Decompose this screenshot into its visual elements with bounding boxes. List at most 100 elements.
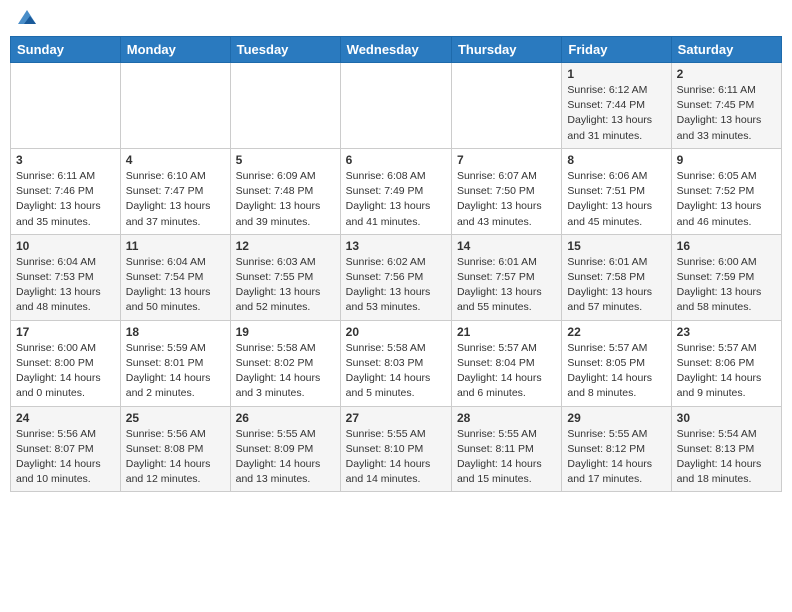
day-info: Sunrise: 5:57 AM Sunset: 8:06 PM Dayligh…	[677, 341, 776, 402]
calendar-cell: 26 Sunrise: 5:55 AM Sunset: 8:09 PM Dayli…	[230, 406, 340, 492]
day-info: Sunrise: 5:59 AM Sunset: 8:01 PM Dayligh…	[126, 341, 225, 402]
day-number: 15	[567, 239, 665, 253]
day-info: Sunrise: 5:56 AM Sunset: 8:07 PM Dayligh…	[16, 427, 115, 488]
day-number: 5	[236, 153, 335, 167]
calendar-cell: 23 Sunrise: 5:57 AM Sunset: 8:06 PM Dayli…	[671, 320, 781, 406]
calendar-week-row: 24 Sunrise: 5:56 AM Sunset: 8:07 PM Dayli…	[11, 406, 782, 492]
day-number: 24	[16, 411, 115, 425]
day-number: 8	[567, 153, 665, 167]
col-saturday: Saturday	[671, 37, 781, 63]
day-number: 2	[677, 67, 776, 81]
day-info: Sunrise: 5:55 AM Sunset: 8:11 PM Dayligh…	[457, 427, 556, 488]
calendar-cell: 2 Sunrise: 6:11 AM Sunset: 7:45 PM Daylig…	[671, 63, 781, 149]
day-number: 3	[16, 153, 115, 167]
day-number: 29	[567, 411, 665, 425]
day-number: 12	[236, 239, 335, 253]
day-info: Sunrise: 6:11 AM Sunset: 7:46 PM Dayligh…	[16, 169, 115, 230]
calendar-cell	[11, 63, 121, 149]
calendar-cell: 22 Sunrise: 5:57 AM Sunset: 8:05 PM Dayli…	[562, 320, 671, 406]
col-friday: Friday	[562, 37, 671, 63]
day-number: 19	[236, 325, 335, 339]
day-info: Sunrise: 5:56 AM Sunset: 8:08 PM Dayligh…	[126, 427, 225, 488]
calendar-cell: 10 Sunrise: 6:04 AM Sunset: 7:53 PM Dayli…	[11, 234, 121, 320]
calendar-cell: 21 Sunrise: 5:57 AM Sunset: 8:04 PM Dayli…	[451, 320, 561, 406]
day-number: 27	[346, 411, 446, 425]
day-number: 4	[126, 153, 225, 167]
day-info: Sunrise: 6:11 AM Sunset: 7:45 PM Dayligh…	[677, 83, 776, 144]
day-info: Sunrise: 5:58 AM Sunset: 8:02 PM Dayligh…	[236, 341, 335, 402]
calendar-cell	[120, 63, 230, 149]
day-info: Sunrise: 6:10 AM Sunset: 7:47 PM Dayligh…	[126, 169, 225, 230]
calendar-cell: 24 Sunrise: 5:56 AM Sunset: 8:07 PM Dayli…	[11, 406, 121, 492]
day-info: Sunrise: 6:00 AM Sunset: 7:59 PM Dayligh…	[677, 255, 776, 316]
day-number: 11	[126, 239, 225, 253]
calendar-cell	[340, 63, 451, 149]
day-number: 9	[677, 153, 776, 167]
calendar-cell	[451, 63, 561, 149]
day-info: Sunrise: 6:09 AM Sunset: 7:48 PM Dayligh…	[236, 169, 335, 230]
calendar-cell: 12 Sunrise: 6:03 AM Sunset: 7:55 PM Dayli…	[230, 234, 340, 320]
day-number: 26	[236, 411, 335, 425]
day-info: Sunrise: 5:57 AM Sunset: 8:05 PM Dayligh…	[567, 341, 665, 402]
calendar-cell: 5 Sunrise: 6:09 AM Sunset: 7:48 PM Daylig…	[230, 148, 340, 234]
day-info: Sunrise: 6:12 AM Sunset: 7:44 PM Dayligh…	[567, 83, 665, 144]
day-info: Sunrise: 6:02 AM Sunset: 7:56 PM Dayligh…	[346, 255, 446, 316]
calendar-cell: 19 Sunrise: 5:58 AM Sunset: 8:02 PM Dayli…	[230, 320, 340, 406]
calendar-cell: 3 Sunrise: 6:11 AM Sunset: 7:46 PM Daylig…	[11, 148, 121, 234]
day-number: 10	[16, 239, 115, 253]
day-info: Sunrise: 5:57 AM Sunset: 8:04 PM Dayligh…	[457, 341, 556, 402]
day-info: Sunrise: 6:05 AM Sunset: 7:52 PM Dayligh…	[677, 169, 776, 230]
day-info: Sunrise: 5:55 AM Sunset: 8:09 PM Dayligh…	[236, 427, 335, 488]
day-number: 22	[567, 325, 665, 339]
day-info: Sunrise: 6:04 AM Sunset: 7:53 PM Dayligh…	[16, 255, 115, 316]
calendar-cell	[230, 63, 340, 149]
calendar-week-row: 10 Sunrise: 6:04 AM Sunset: 7:53 PM Dayli…	[11, 234, 782, 320]
calendar-cell: 4 Sunrise: 6:10 AM Sunset: 7:47 PM Daylig…	[120, 148, 230, 234]
day-info: Sunrise: 5:55 AM Sunset: 8:12 PM Dayligh…	[567, 427, 665, 488]
calendar-cell: 6Sunrise: 6:08 AM Sunset: 7:49 PM Daylig…	[340, 148, 451, 234]
calendar-cell: 15 Sunrise: 6:01 AM Sunset: 7:58 PM Dayli…	[562, 234, 671, 320]
day-info: Sunrise: 6:01 AM Sunset: 7:58 PM Dayligh…	[567, 255, 665, 316]
calendar-cell: 1 Sunrise: 6:12 AM Sunset: 7:44 PM Daylig…	[562, 63, 671, 149]
day-number: 14	[457, 239, 556, 253]
col-sunday: Sunday	[11, 37, 121, 63]
day-number: 30	[677, 411, 776, 425]
day-number: 1	[567, 67, 665, 81]
day-info: Sunrise: 5:55 AM Sunset: 8:10 PM Dayligh…	[346, 427, 446, 488]
day-number: 20	[346, 325, 446, 339]
calendar-cell: 14 Sunrise: 6:01 AM Sunset: 7:57 PM Dayli…	[451, 234, 561, 320]
calendar-cell: 9 Sunrise: 6:05 AM Sunset: 7:52 PM Daylig…	[671, 148, 781, 234]
day-number: 18	[126, 325, 225, 339]
day-info: Sunrise: 6:03 AM Sunset: 7:55 PM Dayligh…	[236, 255, 335, 316]
calendar-table: Sunday Monday Tuesday Wednesday Thursday…	[10, 36, 782, 492]
calendar-cell: 28 Sunrise: 5:55 AM Sunset: 8:11 PM Dayli…	[451, 406, 561, 492]
calendar-cell: 17Sunrise: 6:00 AM Sunset: 8:00 PM Dayli…	[11, 320, 121, 406]
calendar-week-row: 17Sunrise: 6:00 AM Sunset: 8:00 PM Dayli…	[11, 320, 782, 406]
day-number: 7	[457, 153, 556, 167]
calendar-week-row: 3 Sunrise: 6:11 AM Sunset: 7:46 PM Daylig…	[11, 148, 782, 234]
day-info: Sunrise: 6:00 AM Sunset: 8:00 PM Dayligh…	[16, 341, 115, 402]
col-monday: Monday	[120, 37, 230, 63]
day-number: 13	[346, 239, 446, 253]
calendar-cell: 13 Sunrise: 6:02 AM Sunset: 7:56 PM Dayli…	[340, 234, 451, 320]
calendar-cell: 25Sunrise: 5:56 AM Sunset: 8:08 PM Dayli…	[120, 406, 230, 492]
day-number: 28	[457, 411, 556, 425]
day-number: 21	[457, 325, 556, 339]
calendar-cell: 8Sunrise: 6:06 AM Sunset: 7:51 PM Daylig…	[562, 148, 671, 234]
calendar-week-row: 1 Sunrise: 6:12 AM Sunset: 7:44 PM Daylig…	[11, 63, 782, 149]
col-tuesday: Tuesday	[230, 37, 340, 63]
day-number: 23	[677, 325, 776, 339]
calendar-header-row: Sunday Monday Tuesday Wednesday Thursday…	[11, 37, 782, 63]
calendar-cell: 27 Sunrise: 5:55 AM Sunset: 8:10 PM Dayli…	[340, 406, 451, 492]
day-info: Sunrise: 6:04 AM Sunset: 7:54 PM Dayligh…	[126, 255, 225, 316]
day-info: Sunrise: 6:01 AM Sunset: 7:57 PM Dayligh…	[457, 255, 556, 316]
calendar-cell: 18 Sunrise: 5:59 AM Sunset: 8:01 PM Dayli…	[120, 320, 230, 406]
page-header	[10, 10, 782, 28]
calendar-cell: 11 Sunrise: 6:04 AM Sunset: 7:54 PM Dayli…	[120, 234, 230, 320]
col-thursday: Thursday	[451, 37, 561, 63]
calendar-cell: 7 Sunrise: 6:07 AM Sunset: 7:50 PM Daylig…	[451, 148, 561, 234]
day-info: Sunrise: 6:07 AM Sunset: 7:50 PM Dayligh…	[457, 169, 556, 230]
calendar-cell: 16Sunrise: 6:00 AM Sunset: 7:59 PM Dayli…	[671, 234, 781, 320]
calendar-cell: 29 Sunrise: 5:55 AM Sunset: 8:12 PM Dayli…	[562, 406, 671, 492]
calendar-cell: 20Sunrise: 5:58 AM Sunset: 8:03 PM Dayli…	[340, 320, 451, 406]
